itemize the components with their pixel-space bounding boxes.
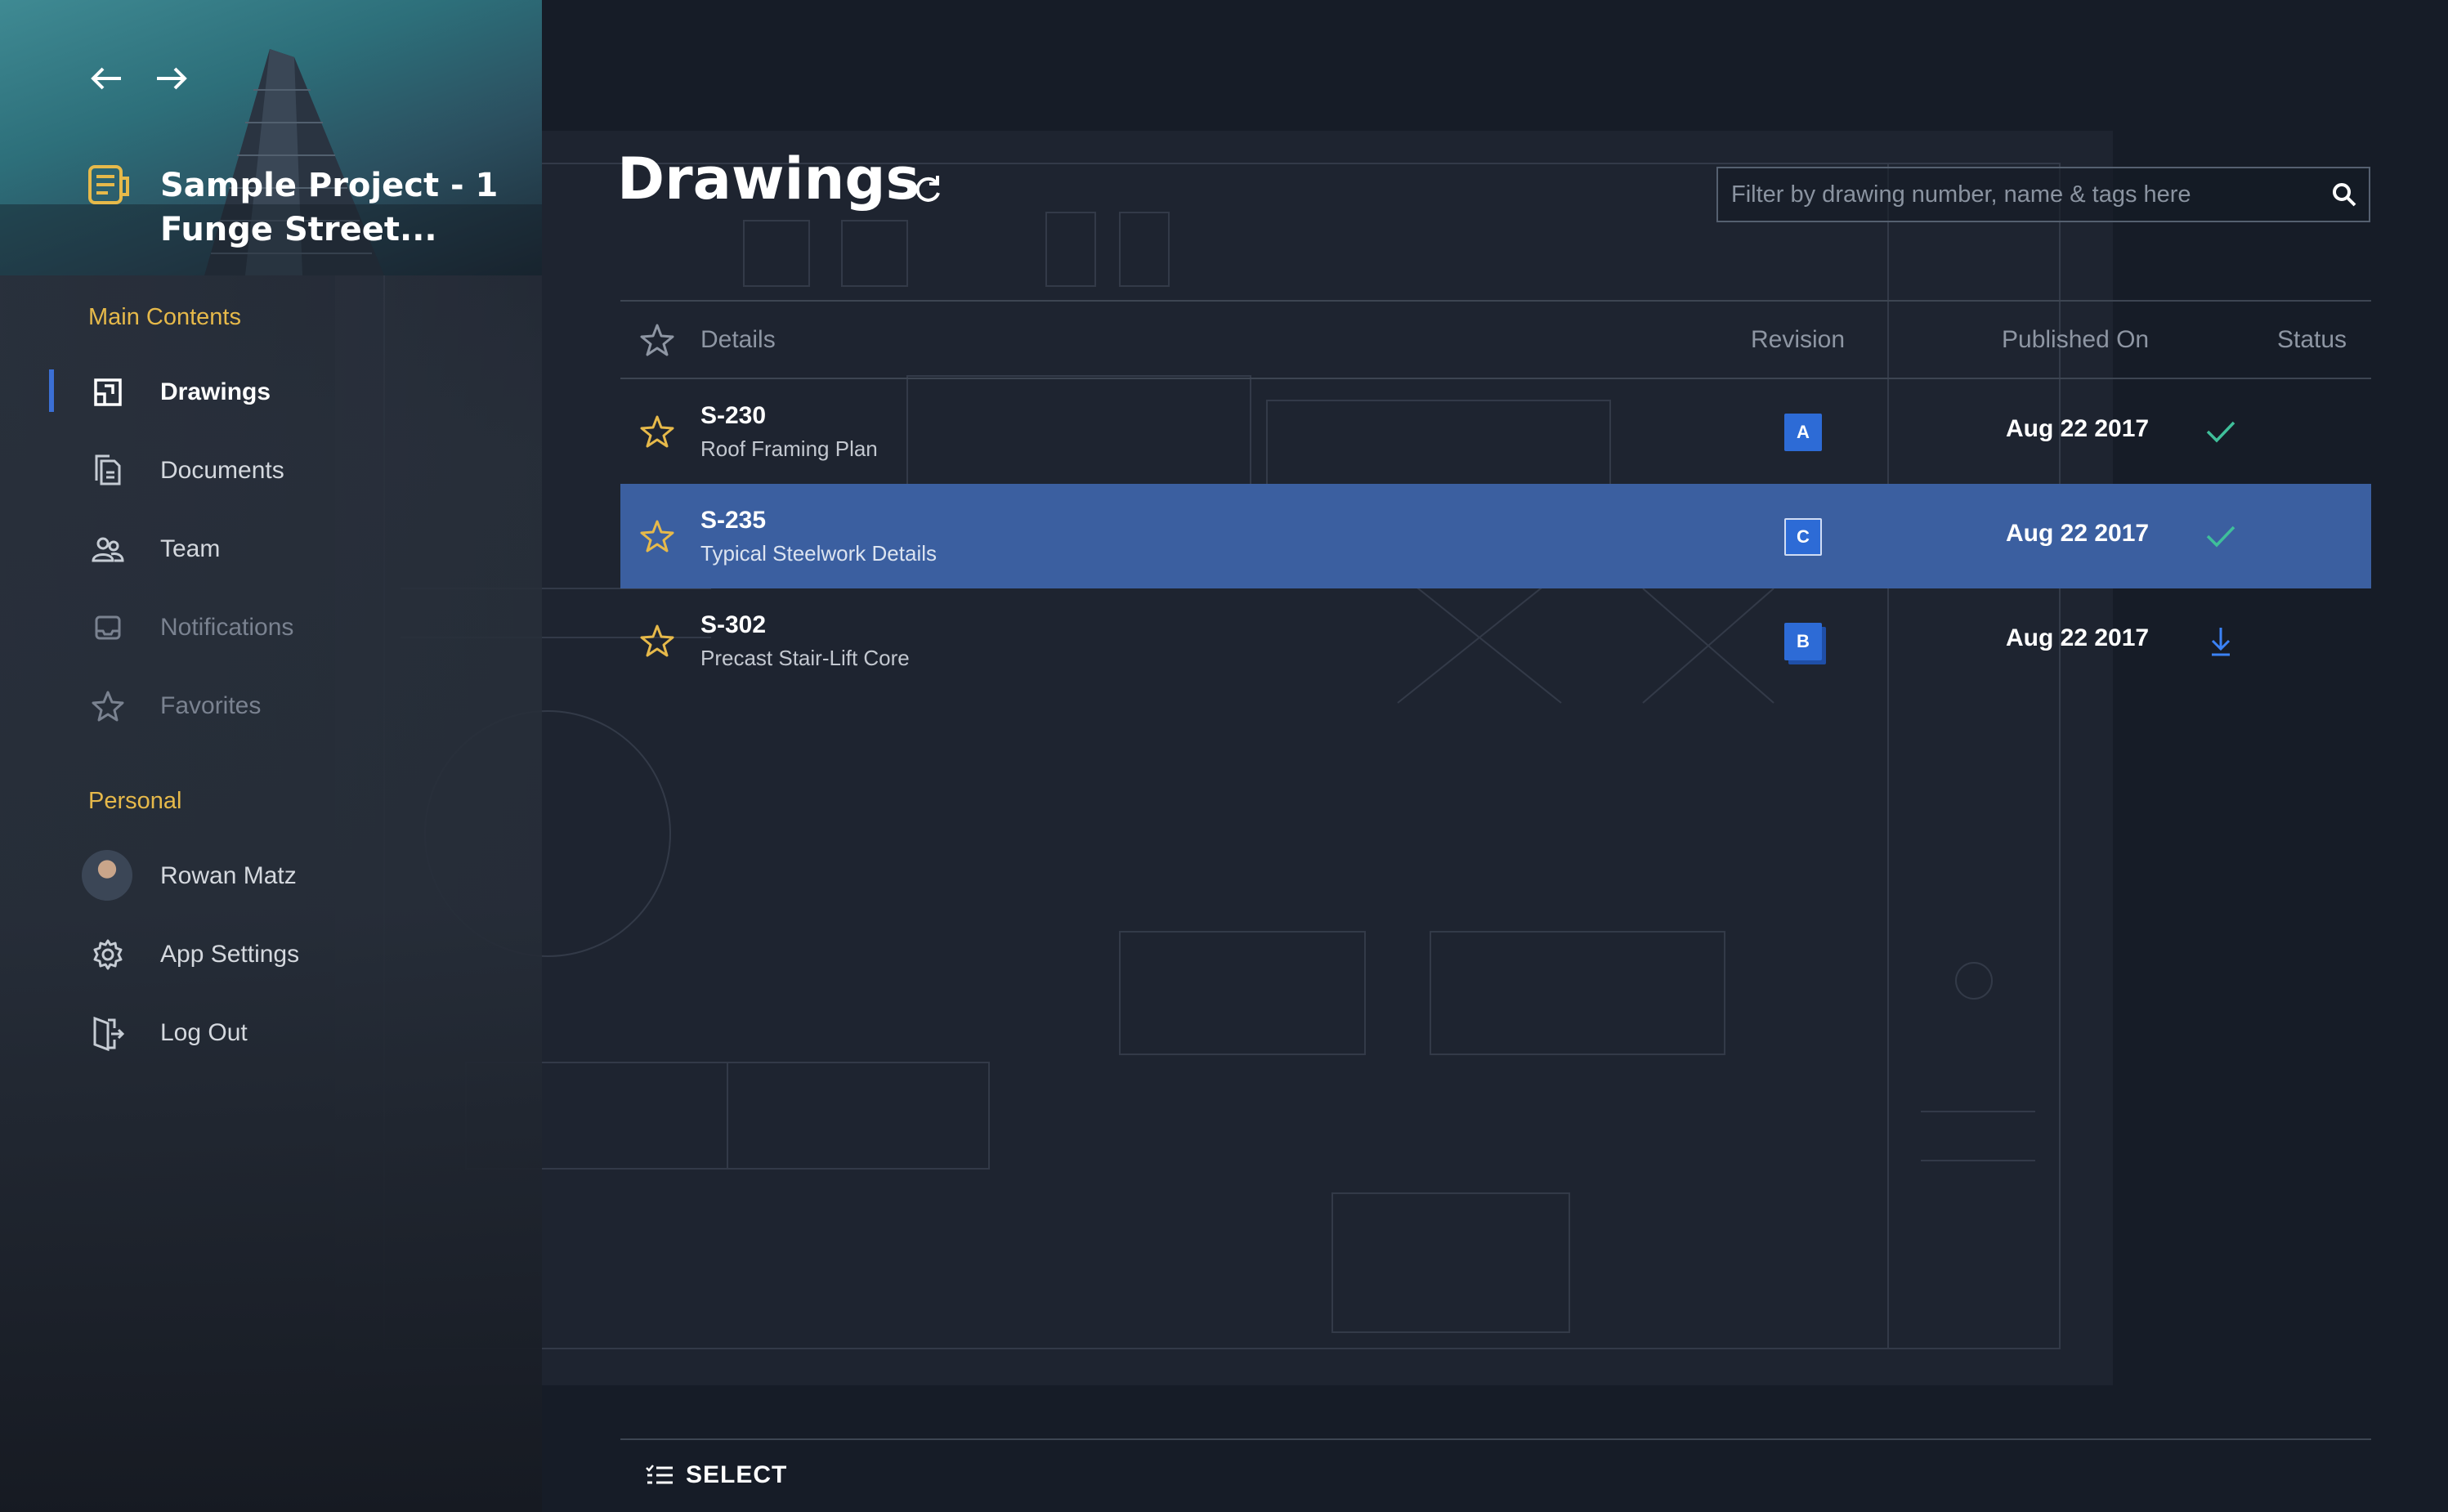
sidebar-item-label: Favorites: [160, 692, 262, 719]
sidebar-item-settings[interactable]: App Settings: [0, 926, 335, 983]
drawing-number: S-302: [700, 611, 767, 638]
sidebar: Sample Project - 1 Funge Street... Main …: [0, 0, 542, 1512]
search-button[interactable]: [2320, 168, 2369, 221]
arrow-right-icon: [157, 67, 187, 90]
project-cover-image: Sample Project - 1 Funge Street...: [0, 0, 542, 275]
personal-heading: Personal: [88, 788, 182, 814]
drawing-name: Precast Stair-Lift Core: [700, 646, 910, 670]
search-box: [1716, 167, 2370, 222]
sidebar-item-notifications[interactable]: Notifications: [0, 599, 335, 656]
project-folder-icon: [88, 165, 129, 204]
arrow-left-icon: [91, 67, 121, 90]
sidebar-item-documents[interactable]: Documents: [0, 442, 335, 499]
sidebar-item-label: Notifications: [160, 614, 294, 641]
drawing-name: Typical Steelwork Details: [700, 541, 937, 566]
sidebar-item-label: App Settings: [160, 941, 300, 968]
drawing-name: Roof Framing Plan: [700, 436, 878, 461]
star-icon[interactable]: [640, 519, 674, 553]
checklist-icon: [646, 1465, 673, 1484]
sidebar-item-label: Rowan Matz: [160, 862, 297, 889]
back-button[interactable]: [88, 60, 124, 96]
sidebar-item-label: Documents: [160, 457, 284, 484]
table-row[interactable]: S-230 Roof Framing Plan A Aug 22 2017: [620, 379, 2371, 484]
sidebar-item-logout[interactable]: Log Out: [0, 1004, 335, 1062]
main-content: Drawings Details Revision Published On: [542, 0, 2448, 1512]
refresh-icon[interactable]: [910, 172, 946, 208]
column-header-details[interactable]: Details: [700, 326, 776, 354]
inbox-icon: [88, 608, 128, 647]
sidebar-item-label: Team: [160, 535, 221, 562]
star-icon[interactable]: [640, 624, 674, 658]
page-title: Drawings: [617, 145, 920, 212]
published-date: Aug 22 2017: [2006, 415, 2150, 442]
table-row[interactable]: S-235 Typical Steelwork Details C Aug 22…: [620, 484, 2371, 588]
sidebar-item-label: Drawings: [160, 378, 271, 405]
search-input[interactable]: [1718, 168, 2320, 221]
status-download[interactable]: [2201, 621, 2240, 660]
sidebar-item-drawings[interactable]: Drawings: [0, 364, 335, 421]
footer-divider: [620, 1438, 2371, 1440]
table-header: Details Revision Published On Status: [620, 300, 2371, 379]
sidebar-item-team[interactable]: Team: [0, 521, 335, 578]
column-header-revision[interactable]: Revision: [1751, 326, 1845, 354]
gear-icon: [88, 935, 128, 974]
sidebar-item-profile[interactable]: Rowan Matz: [0, 848, 335, 905]
check-icon: [2206, 421, 2235, 443]
app-window: Sample Project - 1 Funge Street... Main …: [0, 0, 2448, 1512]
logout-icon: [88, 1013, 128, 1053]
select-label: SELECT: [686, 1461, 788, 1488]
column-header-status[interactable]: Status: [2277, 326, 2347, 354]
documents-icon: [88, 451, 128, 490]
star-icon[interactable]: [640, 414, 674, 449]
history-nav: [88, 60, 190, 96]
published-date: Aug 22 2017: [2006, 520, 2150, 547]
sidebar-item-label: Log Out: [160, 1019, 248, 1046]
forward-button[interactable]: [154, 60, 190, 96]
star-filter-icon[interactable]: [640, 323, 674, 357]
drawings-icon: [88, 373, 128, 412]
revision-badge: A: [1784, 414, 1822, 451]
select-button[interactable]: SELECT: [645, 1461, 787, 1489]
revision-badge: B: [1784, 623, 1822, 660]
column-header-published[interactable]: Published On: [2002, 326, 2149, 354]
table-row[interactable]: S-302 Precast Stair-Lift Core B Aug 22 2…: [620, 588, 2371, 693]
download-icon: [2211, 628, 2231, 656]
main-contents-heading: Main Contents: [88, 304, 241, 330]
search-icon: [2333, 183, 2356, 207]
drawing-number: S-230: [700, 402, 767, 429]
revision-badge: C: [1784, 518, 1822, 556]
drawing-number: S-235: [700, 507, 767, 534]
status-check: [2201, 517, 2240, 556]
avatar: [82, 850, 132, 901]
sidebar-item-favorites[interactable]: Favorites: [0, 678, 335, 735]
team-icon: [88, 530, 128, 569]
status-check: [2201, 412, 2240, 451]
published-date: Aug 22 2017: [2006, 624, 2150, 651]
check-icon: [2206, 526, 2235, 548]
project-title[interactable]: Sample Project - 1 Funge Street...: [160, 163, 503, 252]
drawings-table: Details Revision Published On Status S-2…: [620, 300, 2371, 693]
star-icon: [88, 687, 128, 726]
